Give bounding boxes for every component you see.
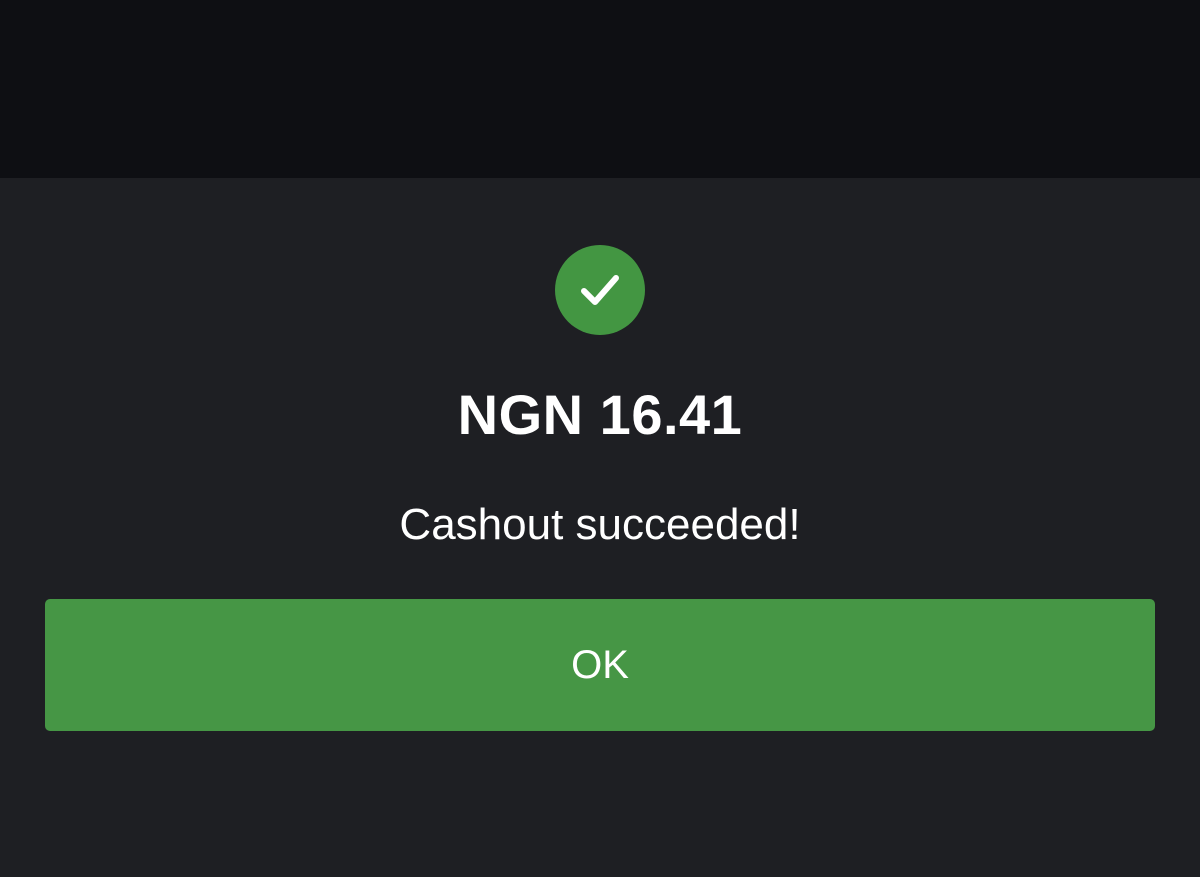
cashout-message: Cashout succeeded! <box>399 500 801 549</box>
dimmed-backdrop[interactable] <box>0 0 1200 178</box>
check-icon <box>581 275 619 305</box>
cashout-amount: NGN 16.41 <box>457 383 743 446</box>
ok-button[interactable]: OK <box>45 599 1155 731</box>
success-check-icon <box>555 245 645 335</box>
cashout-success-dialog: NGN 16.41 Cashout succeeded! OK <box>0 178 1200 877</box>
